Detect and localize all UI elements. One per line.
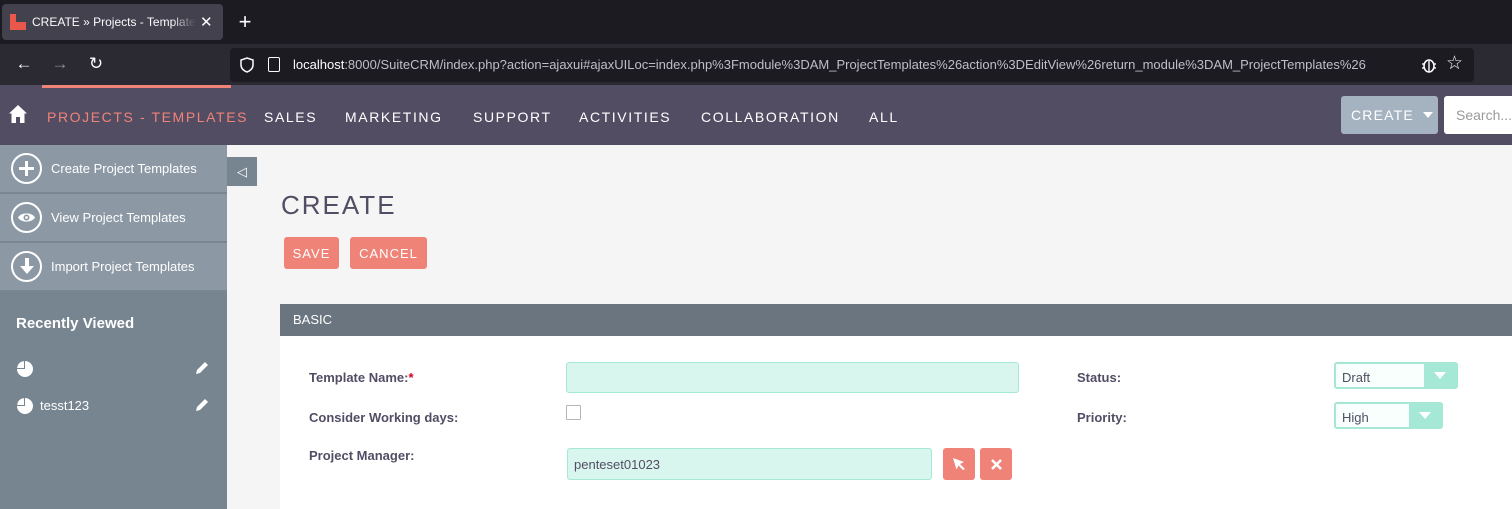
suitecrm-favicon-icon [10, 14, 26, 30]
shield-icon[interactable] [240, 57, 254, 73]
working-days-checkbox[interactable] [566, 405, 581, 420]
nav-support[interactable]: SUPPORT [473, 109, 552, 125]
sidebar: Create Project Templates View Project Te… [0, 145, 227, 509]
tab-close-icon[interactable]: ✕ [200, 15, 213, 30]
working-days-label: Consider Working days: [309, 410, 459, 425]
back-button[interactable]: ← [14, 54, 34, 74]
page-info-icon[interactable] [268, 57, 280, 72]
browser-toolbar: ← → ↻ localhost:8000/SuiteCRM/index.php?… [0, 44, 1512, 85]
status-label: Status: [1077, 370, 1122, 385]
close-icon [990, 458, 1002, 470]
address-bar[interactable]: localhost:8000/SuiteCRM/index.php?action… [230, 48, 1474, 82]
priority-select[interactable]: High [1334, 402, 1443, 429]
create-label: CREATE [1351, 107, 1414, 123]
pencil-icon[interactable] [194, 397, 210, 413]
project-manager-input[interactable]: penteset01023 [567, 448, 932, 480]
eye-icon [11, 202, 42, 233]
sidebar-action-label: Create Project Templates [51, 161, 197, 176]
required-asterisk: * [408, 370, 414, 385]
panel-header-basic[interactable]: BASIC [280, 304, 1512, 336]
status-select[interactable]: Draft [1334, 362, 1458, 389]
sidebar-action-create[interactable]: Create Project Templates [0, 145, 227, 193]
nav-projects-templates[interactable]: PROJECTS - TEMPLATES [47, 109, 248, 125]
reload-button[interactable]: ↻ [86, 54, 106, 74]
nav-marketing[interactable]: MARKETING [345, 109, 443, 125]
sidebar-action-view[interactable]: View Project Templates [0, 194, 227, 242]
priority-selected-value: High [1342, 410, 1369, 425]
create-dropdown-button[interactable]: CREATE [1341, 96, 1438, 134]
url-text[interactable]: localhost:8000/SuiteCRM/index.php?action… [293, 57, 1403, 72]
sidebar-action-label: Import Project Templates [51, 259, 195, 274]
template-name-label: Template Name:* [309, 370, 414, 385]
project-manager-label: Project Manager: [309, 448, 415, 463]
cancel-button[interactable]: CANCEL [350, 237, 427, 269]
browser-tab-strip: CREATE » Projects - Templates » SuiteCRM… [0, 0, 1512, 44]
main-navigation: PROJECTS - TEMPLATES SALES MARKETING SUP… [0, 85, 1512, 145]
active-tab-indicator [42, 85, 231, 88]
bookmark-star-icon[interactable]: ☆ [1446, 54, 1463, 74]
nav-sales[interactable]: SALES [264, 109, 317, 125]
nav-all[interactable]: ALL [869, 109, 899, 125]
recent-item-name: tesst123 [40, 398, 90, 413]
sidebar-collapse-button[interactable]: ◁ [227, 157, 257, 186]
tab-title: CREATE » Projects - Templates » SuiteCRM [32, 15, 196, 29]
pie-chart-icon [17, 398, 33, 414]
recently-viewed-heading: Recently Viewed [16, 315, 135, 332]
home-icon[interactable] [8, 104, 28, 124]
pie-chart-icon [17, 361, 33, 377]
nav-activities[interactable]: ACTIVITIES [579, 109, 671, 125]
select-user-button[interactable] [943, 448, 975, 480]
status-selected-value: Draft [1342, 370, 1371, 385]
save-button[interactable]: SAVE [284, 237, 339, 269]
browser-tab[interactable]: CREATE » Projects - Templates » SuiteCRM… [2, 4, 223, 40]
recent-item[interactable] [16, 359, 212, 379]
page-title: CREATE [281, 190, 397, 220]
recent-item[interactable]: tesst123 [16, 396, 212, 416]
pencil-icon[interactable] [194, 360, 210, 376]
chevron-down-icon [1424, 364, 1456, 387]
nav-collaboration[interactable]: COLLABORATION [701, 109, 840, 125]
chevron-down-icon [1422, 112, 1433, 118]
priority-label: Priority: [1077, 410, 1127, 425]
download-icon [11, 251, 42, 282]
clear-user-button[interactable] [980, 448, 1012, 480]
cursor-arrow-icon [953, 458, 965, 470]
sidebar-action-label: View Project Templates [51, 210, 186, 225]
global-search-input[interactable]: Search... [1444, 96, 1512, 134]
bug-extension-icon[interactable] [1420, 56, 1438, 74]
template-name-input[interactable] [566, 362, 1019, 393]
new-tab-button[interactable]: + [234, 11, 256, 33]
forward-button[interactable]: → [50, 54, 70, 74]
plus-icon [11, 153, 42, 184]
sidebar-action-import[interactable]: Import Project Templates [0, 243, 227, 291]
chevron-down-icon [1409, 404, 1441, 427]
